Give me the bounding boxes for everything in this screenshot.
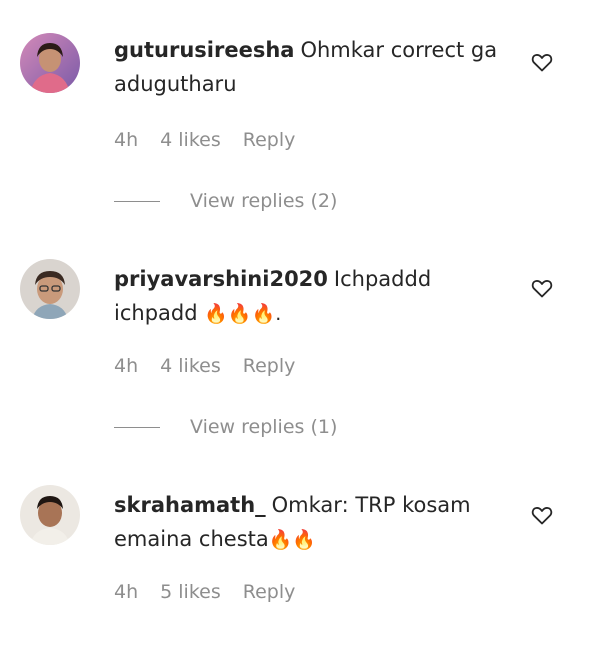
comment-username[interactable]: skrahamath_ [114,493,266,517]
avatar[interactable] [20,259,80,319]
like-heart-icon[interactable] [530,276,554,300]
avatar[interactable] [20,485,80,545]
comment-likes[interactable]: 5 likes [160,581,221,603]
like-heart-icon[interactable] [530,50,554,74]
comment-meta: 4h 4 likes Reply [114,128,317,152]
comment-username[interactable]: guturusireesha [114,38,294,62]
comment-text: priyavarshini2020 Ichpaddd ichpadd 🔥🔥🔥. [114,262,509,331]
view-replies-line [114,427,160,428]
fire-emoji: 🔥🔥🔥. [204,303,282,325]
comment-meta: 4h 4 likes Reply [114,354,317,378]
avatar[interactable] [20,33,80,93]
view-replies-button[interactable]: View replies (1) [114,415,337,439]
comment-likes[interactable]: 4 likes [160,129,221,151]
reply-button[interactable]: Reply [243,581,296,603]
comment-likes[interactable]: 4 likes [160,355,221,377]
comment-time: 4h [114,355,139,377]
view-replies-label[interactable]: View replies (2) [190,190,337,212]
fire-emoji: 🔥🔥 [268,529,317,551]
comment-meta: 4h 5 likes Reply [114,580,317,604]
comment-text: skrahamath_ Omkar: TRP kosam emaina chest… [114,488,509,557]
like-heart-icon[interactable] [530,503,554,527]
view-replies-line [114,201,160,202]
view-replies-label[interactable]: View replies (1) [190,416,337,438]
view-replies-button[interactable]: View replies (2) [114,189,337,213]
reply-button[interactable]: Reply [243,355,296,377]
comment-time: 4h [114,129,139,151]
comments-list: guturusireesha Ohmkar correct ga adugutha… [0,0,600,649]
comment-text: guturusireesha Ohmkar correct ga adugutha… [114,33,509,101]
comment-time: 4h [114,581,139,603]
comment-username[interactable]: priyavarshini2020 [114,267,328,291]
reply-button[interactable]: Reply [243,129,296,151]
